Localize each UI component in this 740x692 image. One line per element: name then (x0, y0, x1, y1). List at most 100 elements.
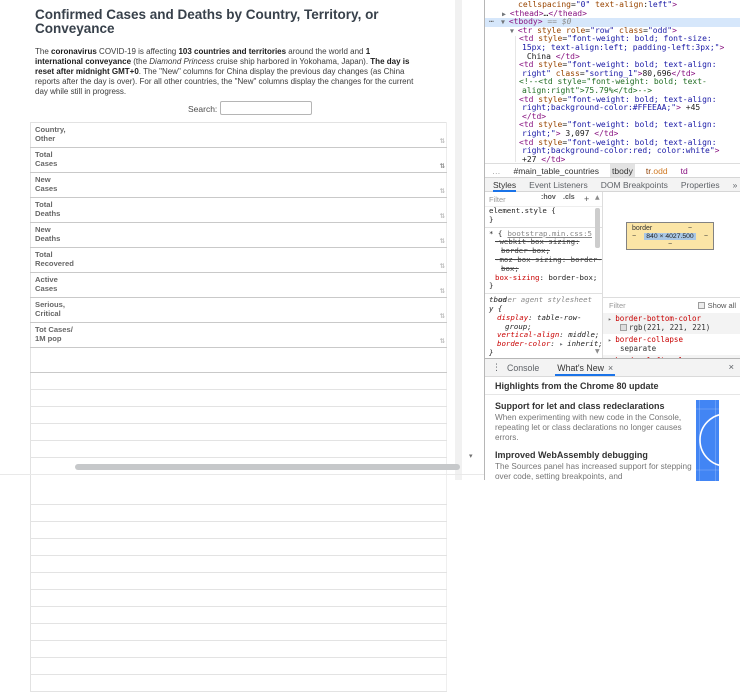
box-model-diagram: border − − 840 × 4027.500 − − (626, 222, 714, 250)
table-row (31, 539, 447, 556)
drawer-tab[interactable]: Console (507, 359, 543, 376)
scroll-up-icon[interactable]: ▲ (595, 194, 600, 201)
style-token: : (550, 339, 559, 348)
sort-icon[interactable]: ⇅ (440, 237, 445, 246)
dom-tree-line[interactable]: +27 </td> (485, 156, 740, 163)
section-text: The Sources panel has increased support … (495, 462, 695, 482)
page-scrollbar-track[interactable] (455, 0, 462, 480)
sidebar-tab[interactable]: Styles (493, 178, 516, 191)
styles-scrollbar-thumb[interactable] (595, 208, 600, 248)
style-rule-line[interactable]: } (485, 282, 602, 291)
toggle-hover-state-button[interactable]: :hov (541, 194, 556, 201)
sidebar-tab[interactable]: » (733, 178, 738, 191)
column-header[interactable]: Country, Other ⇅ (31, 123, 447, 148)
code-token: </td> (541, 155, 565, 163)
table-cell (31, 641, 447, 658)
toggle-class-button[interactable]: .cls (563, 194, 575, 201)
style-rule-line[interactable]: box-sizing: border-box; (485, 274, 602, 283)
column-header-line2: Other (35, 135, 444, 144)
scrollbar-track-line (0, 474, 484, 475)
styles-filter-input[interactable] (489, 194, 535, 205)
column-header-line2: Cases (35, 285, 444, 294)
style-token: inherit; (567, 339, 602, 348)
breadcrumb-token: … (492, 166, 501, 176)
style-rule-line[interactable]: border-color: ▸ inherit; (485, 340, 602, 349)
code-token: +45 (681, 103, 700, 112)
close-tab-icon[interactable]: × (608, 363, 613, 373)
section-heading[interactable]: Support for let and class redeclarations (495, 401, 695, 411)
new-style-rule-button[interactable]: + (584, 194, 589, 204)
style-rule-line[interactable]: } (485, 349, 602, 358)
table-row (31, 424, 447, 441)
sort-icon[interactable]: ⇅ (440, 287, 445, 296)
kebab-menu-icon[interactable]: ⋮ (492, 363, 501, 373)
table-row (31, 556, 447, 573)
countries-table: Country, Other ⇅ Total Cases ⇅ New Cases… (30, 122, 447, 692)
column-header-line1: Serious, (35, 301, 444, 310)
column-header-line1: New (35, 176, 444, 185)
breadcrumb-token: td (681, 166, 688, 176)
table-cell (31, 590, 447, 607)
sort-icon[interactable]: ⇅ (440, 312, 445, 321)
section-heading[interactable]: Improved WebAssembly debugging (495, 450, 695, 460)
code-token: ▼ (501, 18, 509, 26)
code-token: > (672, 0, 677, 9)
sidebar-tab[interactable]: Event Listeners (529, 178, 588, 191)
search-label: Search: (188, 104, 217, 114)
computed-property[interactable]: ▸ border-bottom-color rgb(221, 221, 221) (603, 313, 740, 334)
column-header[interactable]: New Deaths ⇅ (31, 223, 447, 248)
style-rule-line[interactable]: user agent stylesheettbod (485, 293, 602, 305)
search-input[interactable] (220, 101, 312, 115)
breadcrumb-item[interactable]: #main_table_countries (512, 164, 602, 178)
breadcrumb-item[interactable]: tr.odd (644, 164, 670, 178)
sidebar-tab[interactable]: DOM Breakpoints (601, 178, 668, 191)
section-text: When experimenting with new code in the … (495, 413, 695, 443)
table-body (31, 373, 447, 692)
table-cell (31, 658, 447, 675)
sidebar-tab[interactable]: Properties (681, 178, 720, 191)
show-all-toggle[interactable]: Show all (698, 301, 736, 310)
table-row (31, 390, 447, 407)
column-header[interactable]: Active Cases ⇅ (31, 273, 447, 298)
code-token: text-align (595, 0, 643, 9)
column-header[interactable] (31, 348, 447, 373)
horizontal-scrollbar-thumb[interactable] (75, 464, 460, 470)
sort-icon[interactable]: ⇅ (440, 337, 445, 346)
style-rule-line[interactable]: display: table-row- (485, 314, 602, 323)
column-header-line2: Deaths (35, 210, 444, 219)
style-token: border-box; (501, 246, 550, 255)
sort-icon[interactable]: ⇅ (440, 187, 445, 196)
table-cell (31, 573, 447, 590)
column-header[interactable]: Total Cases ⇅ (31, 148, 447, 173)
sort-icon[interactable]: ⇅ (440, 162, 445, 171)
sort-icon[interactable]: ⇅ (440, 137, 445, 146)
column-header[interactable]: Tot Cases/ 1M pop ⇅ (31, 323, 447, 348)
checkbox-icon[interactable] (698, 302, 705, 309)
breadcrumb-item[interactable]: tbody (610, 164, 635, 178)
style-token: box-sizing (495, 273, 540, 282)
breadcrumb-item[interactable]: … (490, 164, 503, 178)
more-actions-icon[interactable]: … (489, 15, 494, 24)
style-token: : table-row- (528, 313, 581, 322)
table-row (31, 590, 447, 607)
drawer-tab[interactable]: What's New× (557, 359, 613, 376)
style-rule-line[interactable]: element.style { (485, 207, 602, 216)
style-rule-line[interactable]: } (485, 216, 602, 225)
computed-filter-input[interactable] (609, 301, 659, 310)
breadcrumb-item[interactable]: td (679, 164, 690, 178)
column-header[interactable]: Total Recovered ⇅ (31, 248, 447, 273)
computed-property[interactable]: ▸ border-collapse separate (603, 334, 740, 355)
style-token: -webkit-box-sizing: (495, 237, 580, 246)
table-cell (31, 624, 447, 641)
code-token: ▼ (510, 27, 518, 35)
column-header[interactable]: Total Deaths ⇅ (31, 198, 447, 223)
sort-icon[interactable]: ⇅ (440, 212, 445, 221)
scroll-down-icon[interactable]: ▾ (469, 452, 473, 460)
scroll-down-icon[interactable]: ▼ (595, 348, 600, 355)
column-header[interactable]: New Cases ⇅ (31, 173, 447, 198)
column-header-line1: Country, (35, 126, 444, 135)
column-header[interactable]: Serious, Critical ⇅ (31, 298, 447, 323)
close-drawer-icon[interactable]: × (728, 362, 734, 373)
box-model-dash: − (668, 241, 672, 248)
sort-icon[interactable]: ⇅ (440, 262, 445, 271)
